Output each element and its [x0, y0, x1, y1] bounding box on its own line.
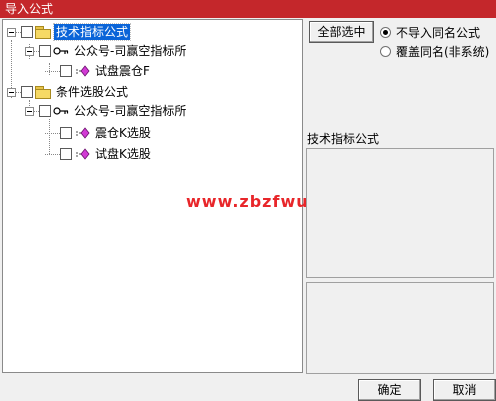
- node-checkbox[interactable]: [21, 26, 33, 38]
- collapse-toggle-icon[interactable]: [7, 27, 16, 37]
- key-icon: [53, 107, 69, 115]
- collapse-toggle-icon[interactable]: [25, 106, 34, 116]
- node-checkbox[interactable]: [39, 105, 51, 117]
- tree-node-label: 技术指标公式: [52, 23, 132, 41]
- formula-icon: [76, 127, 90, 139]
- tree-connector: [45, 132, 60, 134]
- radio-label: 覆盖同名(非系统): [396, 45, 490, 59]
- info-box-upper: [306, 148, 494, 278]
- tree-node-label: 震仓K选股: [95, 126, 151, 140]
- radio-no-import[interactable]: 不导入同名公式: [380, 24, 480, 41]
- node-checkbox[interactable]: [39, 45, 51, 57]
- folder-icon: [35, 86, 51, 99]
- ok-button[interactable]: 确定: [358, 379, 421, 401]
- tree-node-stock-selection[interactable]: 条件选股公式: [7, 82, 130, 102]
- radio-label: 不导入同名公式: [396, 26, 481, 40]
- node-checkbox[interactable]: [60, 148, 72, 160]
- radio-overwrite[interactable]: 覆盖同名(非系统): [380, 43, 489, 60]
- tree-node-label: 公众号-司赢空指标所: [74, 104, 187, 118]
- tree-node-label: 公众号-司赢空指标所: [74, 44, 187, 58]
- node-checkbox[interactable]: [21, 86, 33, 98]
- folder-icon: [35, 26, 51, 39]
- collapse-toggle-icon[interactable]: [7, 87, 16, 97]
- node-checkbox[interactable]: [60, 65, 72, 77]
- tree-node-publisher[interactable]: 公众号-司赢空指标所: [25, 101, 188, 121]
- formula-icon: [76, 65, 90, 77]
- tree-connector: [45, 153, 60, 155]
- info-box-lower: [306, 282, 494, 374]
- formula-icon: [76, 148, 90, 160]
- tree-node-formula[interactable]: 试盘震仓F: [45, 61, 152, 81]
- tree-node-label: 条件选股公式: [56, 85, 129, 99]
- tree-connector: [45, 70, 60, 72]
- select-all-button[interactable]: 全部选中: [309, 21, 374, 43]
- tree-node-label: 试盘震仓F: [95, 64, 150, 78]
- node-checkbox[interactable]: [60, 127, 72, 139]
- cancel-button[interactable]: 取消: [433, 379, 496, 401]
- info-label: 技术指标公式: [307, 132, 380, 146]
- radio-button[interactable]: [380, 46, 391, 57]
- tree-node-formula[interactable]: 试盘K选股: [45, 144, 153, 164]
- tree-node-technical-indicators[interactable]: 技术指标公式: [7, 22, 132, 42]
- title-bar: 导入公式: [0, 0, 496, 18]
- radio-button[interactable]: [380, 27, 391, 38]
- import-formula-dialog: 导入公式 技术指标公式 公众号-司赢空指标所 试盘震仓F 条件选股公式 公众号-…: [0, 0, 496, 401]
- tree-node-label: 试盘K选股: [95, 147, 151, 161]
- tree-node-publisher[interactable]: 公众号-司赢空指标所: [25, 41, 188, 61]
- window-title: 导入公式: [5, 2, 54, 16]
- tree-node-formula[interactable]: 震仓K选股: [45, 123, 153, 143]
- key-icon: [53, 47, 69, 55]
- collapse-toggle-icon[interactable]: [25, 46, 34, 56]
